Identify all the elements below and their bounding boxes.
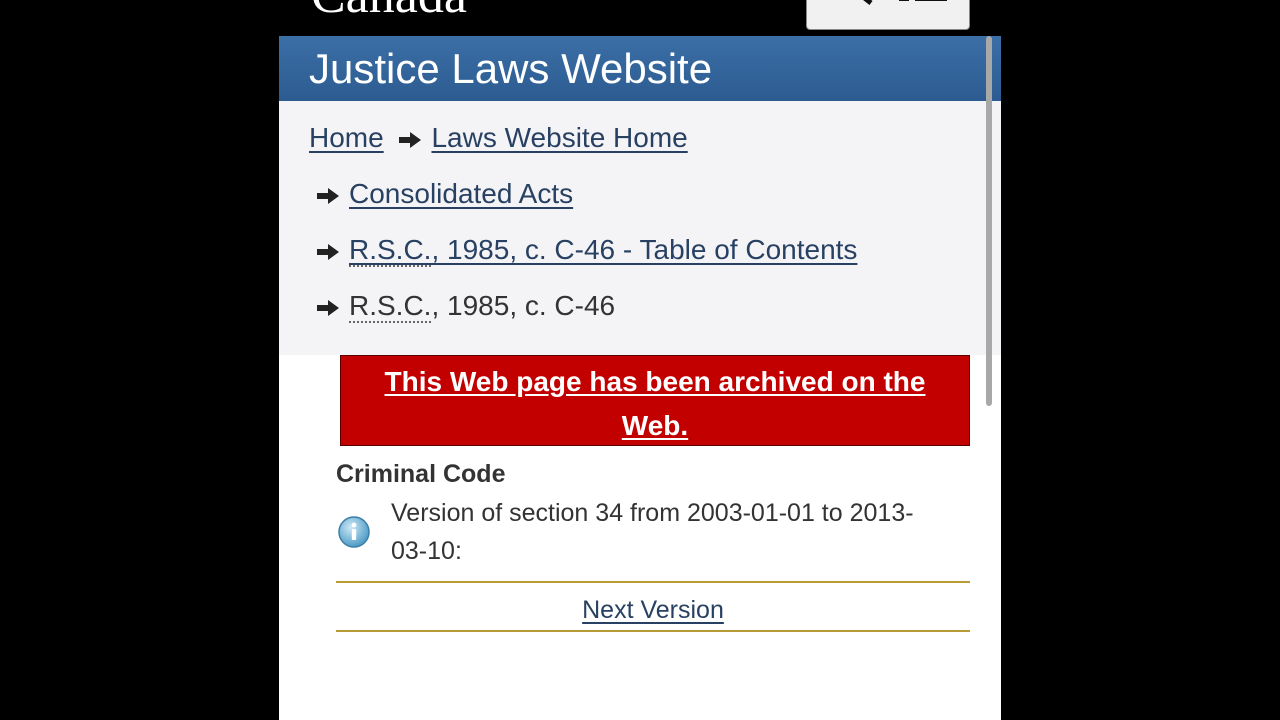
arrow-right-icon [399, 131, 422, 148]
breadcrumb: Home Laws Website Home Consolidated Acts… [279, 101, 1001, 355]
breadcrumb-current-page: R.S.C., 1985, c. C-46 [349, 290, 615, 323]
breadcrumb-row-home: Home Laws Website Home [309, 121, 688, 155]
search-icon [863, 0, 873, 5]
version-line-1: Version of section 34 from 2003-01-01 to… [391, 499, 914, 527]
version-description: Version of section 34 from 2003-01-01 to… [391, 494, 981, 570]
breadcrumb-toc-text: , 1985, c. C-46 - Table of Contents [431, 234, 858, 265]
breadcrumb-home-link[interactable]: Home [309, 122, 384, 153]
info-icon [338, 516, 370, 548]
arrow-right-icon [317, 243, 339, 260]
breadcrumb-row-toc: R.S.C., 1985, c. C-46 - Table of Content… [317, 233, 857, 267]
canada-wordmark: Canada [311, 0, 467, 22]
divider-bottom [336, 630, 970, 632]
rsc-abbreviation: R.S.C. [349, 234, 432, 267]
breadcrumb-current-text: , 1985, c. C-46 [431, 290, 616, 321]
arrow-right-icon [317, 187, 339, 204]
breadcrumb-laws-home-link[interactable]: Laws Website Home [431, 122, 687, 153]
next-version-link[interactable]: Next Version [336, 596, 970, 625]
page-viewport: Justice Laws Website Home Laws Website H… [279, 36, 1001, 720]
act-title: Criminal Code [336, 460, 506, 488]
breadcrumb-toc-link[interactable]: R.S.C., 1985, c. C-46 - Table of Content… [349, 234, 857, 267]
top-header: Canada [279, 0, 1001, 36]
archived-notice: This Web page has been archived on the We… [340, 355, 970, 446]
archived-notice-line-2: Web. [621, 410, 689, 441]
scrollbar[interactable] [986, 36, 992, 406]
breadcrumb-consolidated-acts-link[interactable]: Consolidated Acts [349, 178, 573, 209]
archived-notice-link[interactable]: This Web page has been archived on the We… [341, 360, 969, 448]
divider-top [336, 581, 970, 583]
arrow-right-icon [317, 299, 339, 316]
archived-notice-line-1: This Web page has been archived on the [384, 366, 926, 397]
rsc-abbreviation: R.S.C. [349, 290, 432, 323]
breadcrumb-row-consolidated: Consolidated Acts [317, 177, 573, 211]
version-line-2: 03-10: [391, 537, 462, 565]
breadcrumb-row-current: R.S.C., 1985, c. C-46 [317, 289, 615, 323]
menu-icon [899, 0, 947, 1]
site-title[interactable]: Justice Laws Website [309, 44, 712, 94]
site-title-bar: Justice Laws Website [279, 36, 1001, 101]
search-menu-button[interactable] [806, 0, 970, 30]
